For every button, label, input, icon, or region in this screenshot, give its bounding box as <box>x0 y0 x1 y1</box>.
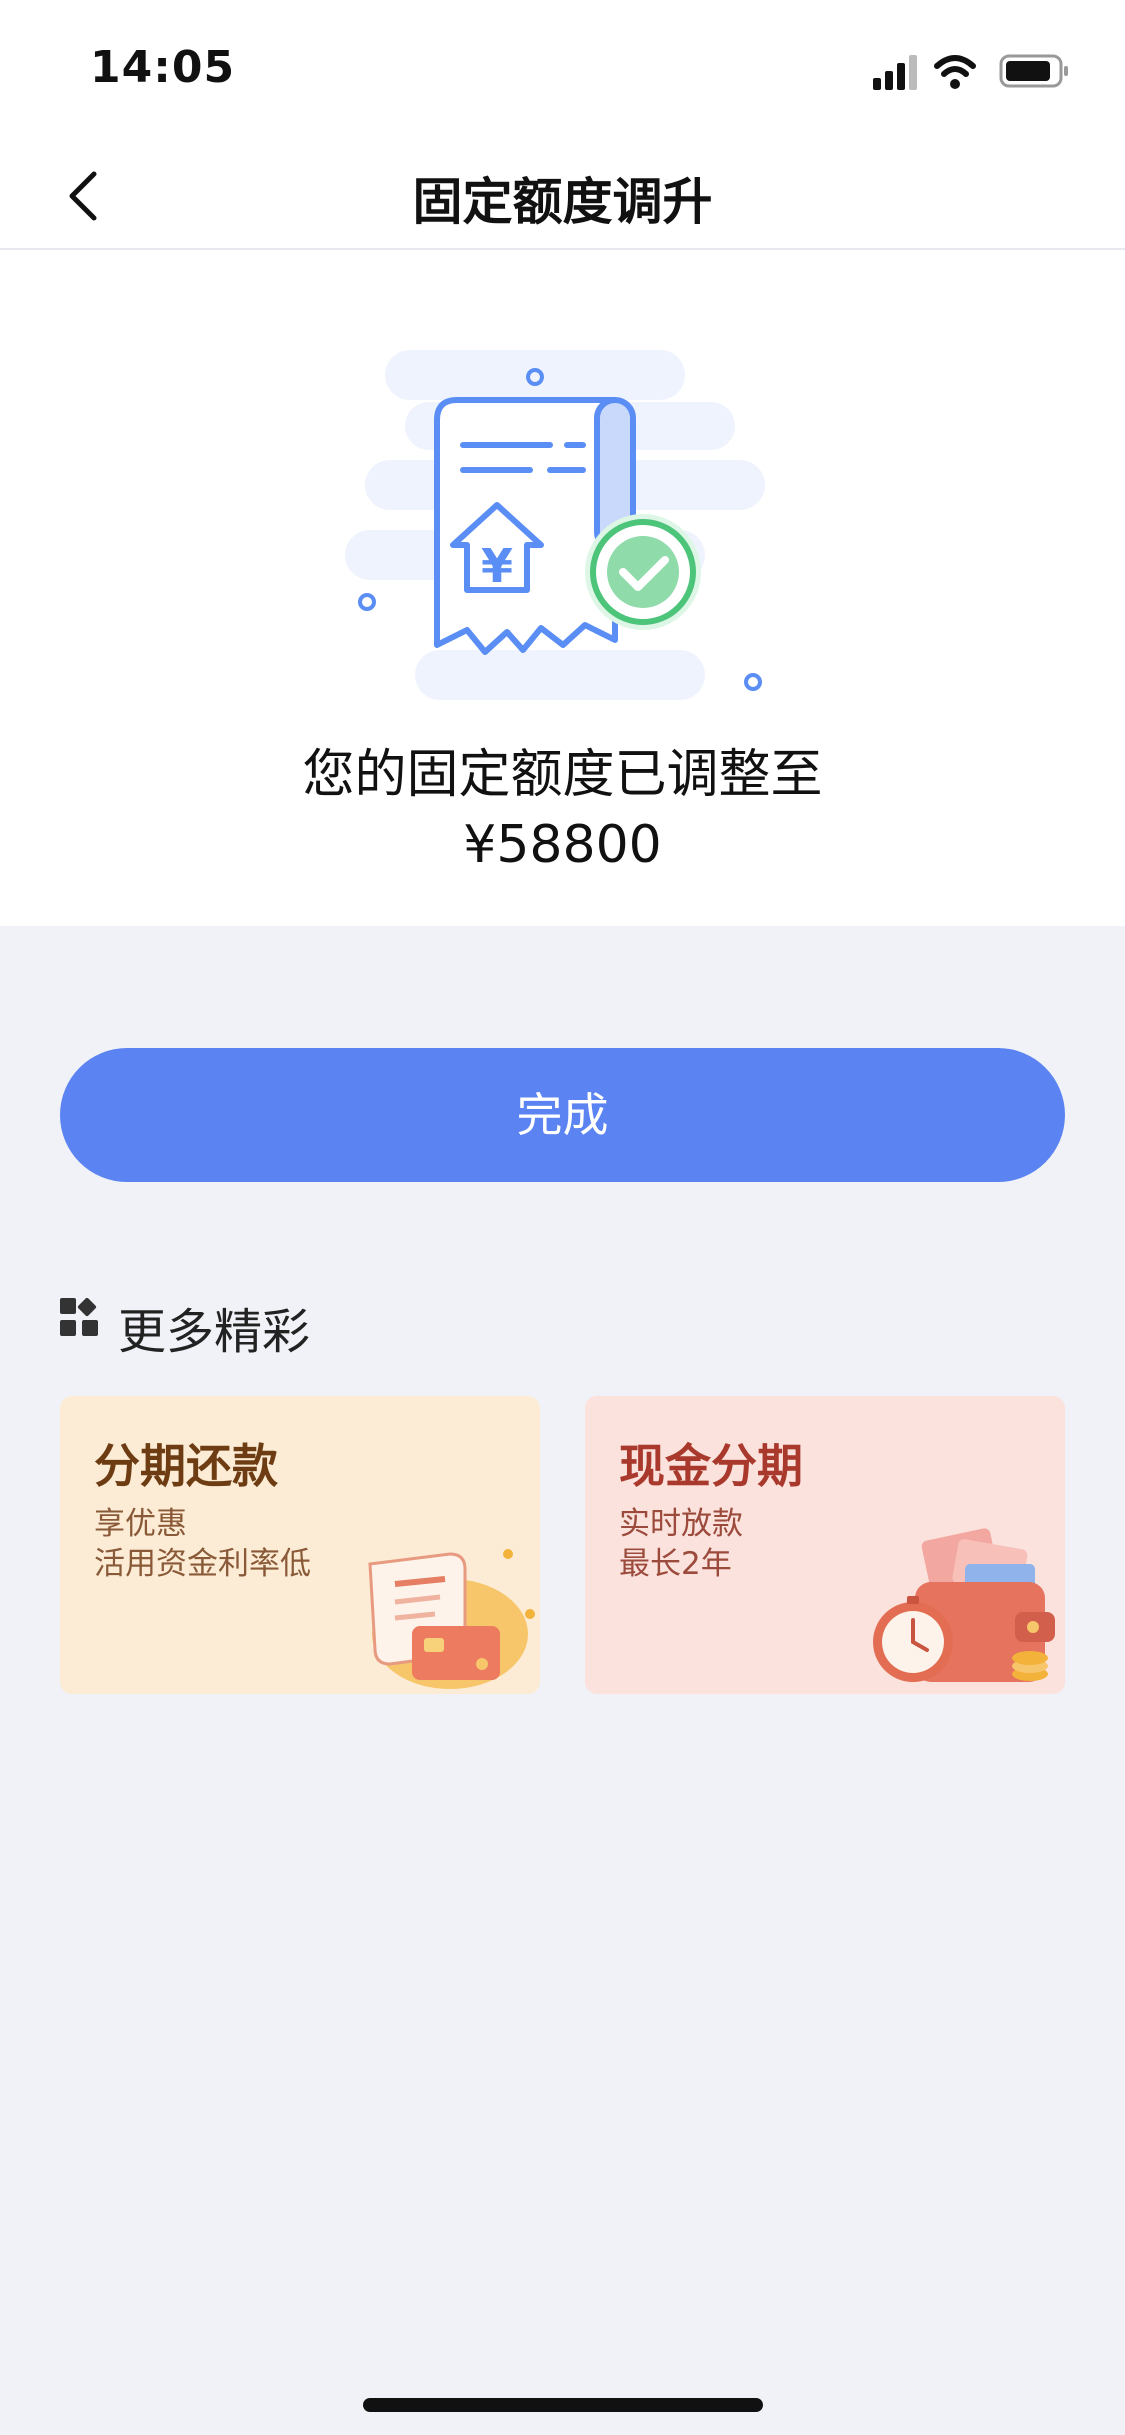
cash-installment-card[interactable]: 现金分期 实时放款 最长2年 <box>585 1396 1065 1694</box>
more-section-title: 更多精彩 <box>118 1304 311 1360</box>
result-message-block: 您的固定额度已调整至 ¥58800 <box>0 740 1125 880</box>
bill-card-illustration <box>368 1549 535 1689</box>
receipt-success-illustration: ¥ <box>345 350 785 777</box>
card-subtitle-line2: 活用资金利率低 <box>94 1546 311 1582</box>
card-title: 现金分期 <box>619 1439 803 1493</box>
status-icons <box>873 50 1073 94</box>
battery-icon <box>999 54 1068 88</box>
limit-amount: ¥58800 <box>463 815 662 875</box>
done-button[interactable]: 完成 <box>60 1048 1065 1182</box>
grid-apps-icon <box>60 1298 98 1336</box>
home-indicator <box>363 2398 763 2412</box>
page-title: 固定额度调升 <box>412 173 713 231</box>
card-subtitle-line1: 实时放款 <box>619 1506 743 1542</box>
svg-text:¥: ¥ <box>481 539 513 593</box>
card-title: 分期还款 <box>94 1439 278 1493</box>
wallet-clock-illustration <box>873 1528 1055 1682</box>
card-subtitle-line1: 享优惠 <box>94 1506 187 1542</box>
wifi-icon <box>934 55 976 89</box>
status-time: 14:05 <box>90 42 236 93</box>
result-panel: ¥ 您的固定额度已调整至 ¥58800 <box>0 250 1125 926</box>
card-subtitle-line2: 最长2年 <box>619 1546 732 1582</box>
installment-repayment-card[interactable]: 分期还款 享优惠 活用资金利率低 <box>60 1396 540 1694</box>
result-message: 您的固定额度已调整至 <box>302 745 823 805</box>
navigation-bar: 固定额度调升 <box>0 140 1125 250</box>
status-bar: 14:05 <box>0 0 1125 140</box>
cellular-signal-icon <box>873 55 917 90</box>
